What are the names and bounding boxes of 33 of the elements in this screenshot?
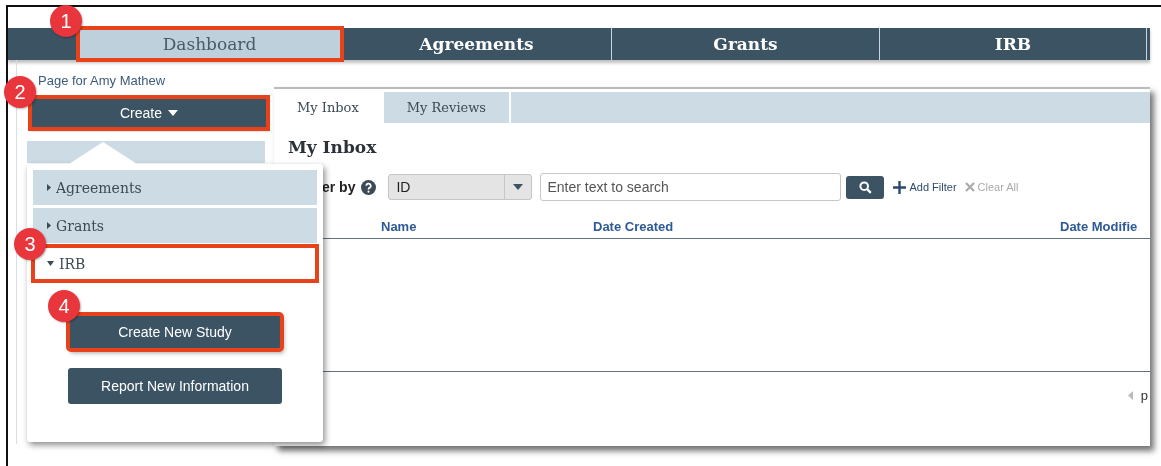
nav-tab[interactable]: IRB: [880, 28, 1147, 60]
column-header[interactable]: Name: [381, 218, 593, 234]
menu-item[interactable]: Agreements: [33, 170, 317, 205]
caret-icon: [168, 110, 178, 116]
plus-icon: [893, 180, 907, 194]
page-link[interactable]: Page for Amy Mathew: [38, 73, 166, 88]
column-header[interactable]: Date Created: [593, 218, 1060, 234]
step-number-badge: 1: [50, 5, 82, 37]
panel-tab[interactable]: My Inbox: [274, 92, 384, 123]
filter-label: er by: [322, 179, 356, 195]
panel-tab[interactable]: My Reviews: [383, 92, 512, 123]
add-filter-link[interactable]: Add Filter: [893, 180, 957, 194]
help-icon[interactable]: [361, 179, 377, 195]
filter-dropdown[interactable]: ID: [388, 174, 533, 200]
search-icon: [858, 180, 872, 194]
pager-text: p: [1140, 388, 1148, 403]
search-button[interactable]: [846, 175, 885, 199]
nav-tab[interactable]: Grants: [612, 28, 880, 60]
caret-right-icon: [47, 184, 51, 191]
step-number-badge: 2: [4, 76, 36, 108]
caret-right-icon: [47, 222, 51, 229]
caret-down-icon: [47, 261, 54, 266]
column-header[interactable]: Date Modifie: [1060, 218, 1150, 234]
nav-tab[interactable]: Dashboard: [78, 28, 342, 60]
section-heading: My Inbox: [288, 137, 378, 157]
nav-tab[interactable]: Agreements: [342, 28, 612, 60]
action-button[interactable]: Create New Study: [68, 314, 282, 350]
close-icon: [964, 182, 975, 192]
create-button[interactable]: Create: [30, 97, 268, 129]
step-number-badge: 3: [14, 228, 46, 260]
search-field[interactable]: Enter text to search: [540, 173, 842, 201]
action-button[interactable]: Report New Information: [68, 368, 282, 404]
caret-down-icon: [513, 184, 524, 190]
